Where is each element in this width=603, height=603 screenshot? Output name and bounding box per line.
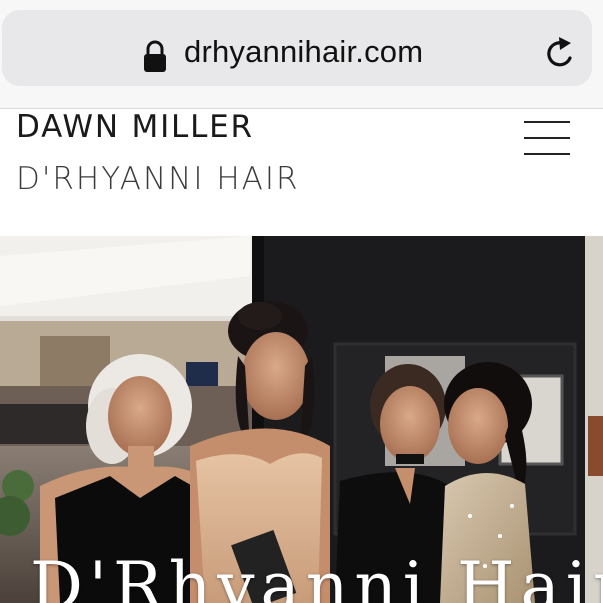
menu-line [524,137,570,139]
brand-name[interactable]: DAWN MILLER [16,109,254,145]
mobile-screen: drhyannihair.com DAWN MILLER D'RHYANNI H… [0,0,603,603]
url-text[interactable]: drhyannihair.com [184,34,423,70]
menu-line [524,121,570,123]
address-bar[interactable]: drhyannihair.com [2,10,592,86]
lock-icon [144,40,166,72]
reload-icon[interactable] [540,34,580,74]
hero-title: D'Rhyanni Hair [30,548,603,603]
hamburger-menu-icon[interactable] [524,121,570,157]
browser-toolbar: drhyannihair.com [0,0,603,109]
hero-image: D'Rhyanni Hair [0,236,603,603]
site-header: DAWN MILLER D'RHYANNI HAIR [0,109,603,249]
brand-subtitle[interactable]: D'RHYANNI HAIR [16,161,300,197]
menu-line [524,153,570,155]
